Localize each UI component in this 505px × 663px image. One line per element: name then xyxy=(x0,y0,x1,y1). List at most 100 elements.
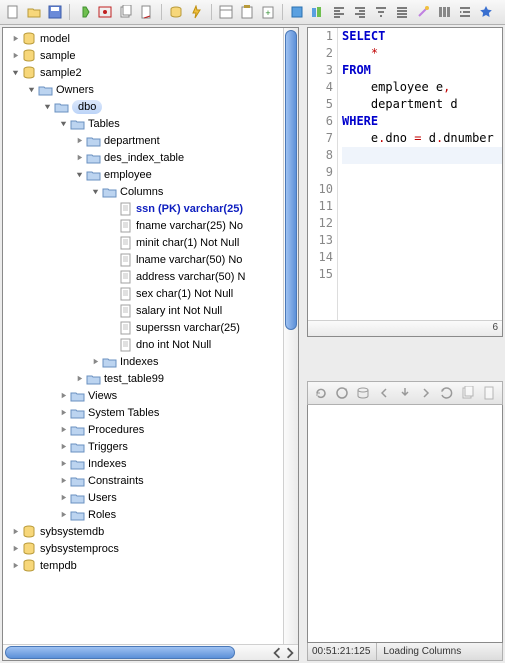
tree-node[interactable]: fname varchar(25) No xyxy=(3,217,298,234)
arrow-right-button[interactable] xyxy=(417,384,435,402)
arrow-left-button[interactable] xyxy=(375,384,393,402)
disclosure-closed-icon[interactable] xyxy=(57,424,69,436)
indent-button[interactable] xyxy=(456,3,474,21)
code-line[interactable]: department d xyxy=(342,96,502,113)
disclosure-open-icon[interactable] xyxy=(89,186,101,198)
align-left-button[interactable] xyxy=(330,3,348,21)
tree-vertical-scrollbar[interactable] xyxy=(283,28,298,644)
editor-horizontal-scrollbar[interactable]: 6 xyxy=(308,320,502,336)
disclosure-open-icon[interactable] xyxy=(41,101,53,113)
disclosure-closed-icon[interactable] xyxy=(57,458,69,470)
schema-tree[interactable]: modelsamplesample2OwnersdboTablesdepartm… xyxy=(3,28,298,644)
disclosure-open-icon[interactable] xyxy=(9,67,21,79)
code-line[interactable] xyxy=(342,147,502,164)
paste-plus-button[interactable]: + xyxy=(259,3,277,21)
filter-button[interactable] xyxy=(372,3,390,21)
disclosure-open-icon[interactable] xyxy=(25,84,37,96)
scroll-left-icon[interactable] xyxy=(271,647,283,659)
code-line[interactable]: e.dno = d.dnumber xyxy=(342,130,502,147)
tree-node[interactable]: Indexes xyxy=(3,353,298,370)
align-right-button[interactable] xyxy=(351,3,369,21)
disclosure-open-icon[interactable] xyxy=(57,118,69,130)
tree-node[interactable]: department xyxy=(3,132,298,149)
code-line[interactable] xyxy=(342,198,502,215)
refresh-button[interactable] xyxy=(312,384,330,402)
tree-node[interactable]: model xyxy=(3,30,298,47)
bookmark-button[interactable] xyxy=(167,3,185,21)
code-line[interactable]: FROM xyxy=(342,62,502,79)
scrollbar-thumb[interactable] xyxy=(5,646,235,659)
tree-node[interactable]: des_index_table xyxy=(3,149,298,166)
cut-button[interactable] xyxy=(138,3,156,21)
tree-node[interactable]: Tables xyxy=(3,115,298,132)
tree-node[interactable]: dno int Not Null xyxy=(3,336,298,353)
tree-node[interactable]: sybsystemdb xyxy=(3,523,298,540)
arrow-in-button[interactable] xyxy=(396,384,414,402)
tree-node[interactable]: sample2 xyxy=(3,64,298,81)
tree-node[interactable]: Owners xyxy=(3,81,298,98)
disclosure-closed-icon[interactable] xyxy=(57,509,69,521)
paste-script-button[interactable] xyxy=(238,3,256,21)
open-button[interactable] xyxy=(25,3,43,21)
disclosure-closed-icon[interactable] xyxy=(73,373,85,385)
tree-node[interactable]: address varchar(50) N xyxy=(3,268,298,285)
disclosure-closed-icon[interactable] xyxy=(57,475,69,487)
tree-node[interactable]: test_table99 xyxy=(3,370,298,387)
disclosure-closed-icon[interactable] xyxy=(89,356,101,368)
magic-button[interactable] xyxy=(414,3,432,21)
tree-node[interactable]: dbo xyxy=(3,98,298,115)
code-line[interactable] xyxy=(342,266,502,283)
books-button[interactable] xyxy=(309,3,327,21)
tree-node[interactable]: superssn varchar(25) xyxy=(3,319,298,336)
disclosure-closed-icon[interactable] xyxy=(57,407,69,419)
disclosure-closed-icon[interactable] xyxy=(57,492,69,504)
disclosure-closed-icon[interactable] xyxy=(9,543,21,555)
tree-node[interactable]: Roles xyxy=(3,506,298,523)
props-button[interactable] xyxy=(217,3,235,21)
code-line[interactable]: SELECT xyxy=(342,28,502,45)
code-line[interactable] xyxy=(342,232,502,249)
save-button[interactable] xyxy=(46,3,64,21)
disclosure-closed-icon[interactable] xyxy=(73,152,85,164)
code-line[interactable] xyxy=(342,181,502,198)
tree-node[interactable]: Indexes xyxy=(3,455,298,472)
tree-node[interactable]: Columns xyxy=(3,183,298,200)
align-fill-button[interactable] xyxy=(393,3,411,21)
tree-node[interactable]: System Tables xyxy=(3,404,298,421)
results-panel[interactable] xyxy=(307,405,503,643)
db-icon-button[interactable] xyxy=(354,384,372,402)
tree-node[interactable]: Views xyxy=(3,387,298,404)
tree-node[interactable]: lname varchar(50) No xyxy=(3,251,298,268)
scrollbar-thumb[interactable] xyxy=(285,30,297,330)
disclosure-closed-icon[interactable] xyxy=(9,33,21,45)
page-button[interactable] xyxy=(480,384,498,402)
tree-node[interactable]: minit char(1) Not Null xyxy=(3,234,298,251)
code-line[interactable]: * xyxy=(342,45,502,62)
tree-node[interactable]: sample xyxy=(3,47,298,64)
new-button[interactable] xyxy=(4,3,22,21)
tree-horizontal-scrollbar[interactable] xyxy=(3,644,298,660)
code-line[interactable] xyxy=(342,215,502,232)
copy-button[interactable] xyxy=(459,384,477,402)
tree-node[interactable]: sex char(1) Not Null xyxy=(3,285,298,302)
scroll-right-icon[interactable] xyxy=(284,647,296,659)
code-line[interactable]: employee e, xyxy=(342,79,502,96)
run-sel-button[interactable] xyxy=(96,3,114,21)
tree-node[interactable]: Users xyxy=(3,489,298,506)
disclosure-closed-icon[interactable] xyxy=(73,135,85,147)
tree-node[interactable]: sybsystemprocs xyxy=(3,540,298,557)
disclosure-closed-icon[interactable] xyxy=(57,441,69,453)
exec-button[interactable] xyxy=(75,3,93,21)
rerun-button[interactable] xyxy=(333,384,351,402)
disclosure-closed-icon[interactable] xyxy=(9,560,21,572)
tree-node[interactable]: employee xyxy=(3,166,298,183)
tree-node[interactable]: Constraints xyxy=(3,472,298,489)
code-line[interactable] xyxy=(342,164,502,181)
tree-node[interactable]: Procedures xyxy=(3,421,298,438)
disclosure-closed-icon[interactable] xyxy=(57,390,69,402)
editor-code[interactable]: SELECT *FROM employee e, department dWHE… xyxy=(338,28,502,320)
tree-node[interactable]: ssn (PK) varchar(25) xyxy=(3,200,298,217)
copy-button[interactable] xyxy=(117,3,135,21)
star-button[interactable] xyxy=(477,3,495,21)
flash-button[interactable] xyxy=(188,3,206,21)
